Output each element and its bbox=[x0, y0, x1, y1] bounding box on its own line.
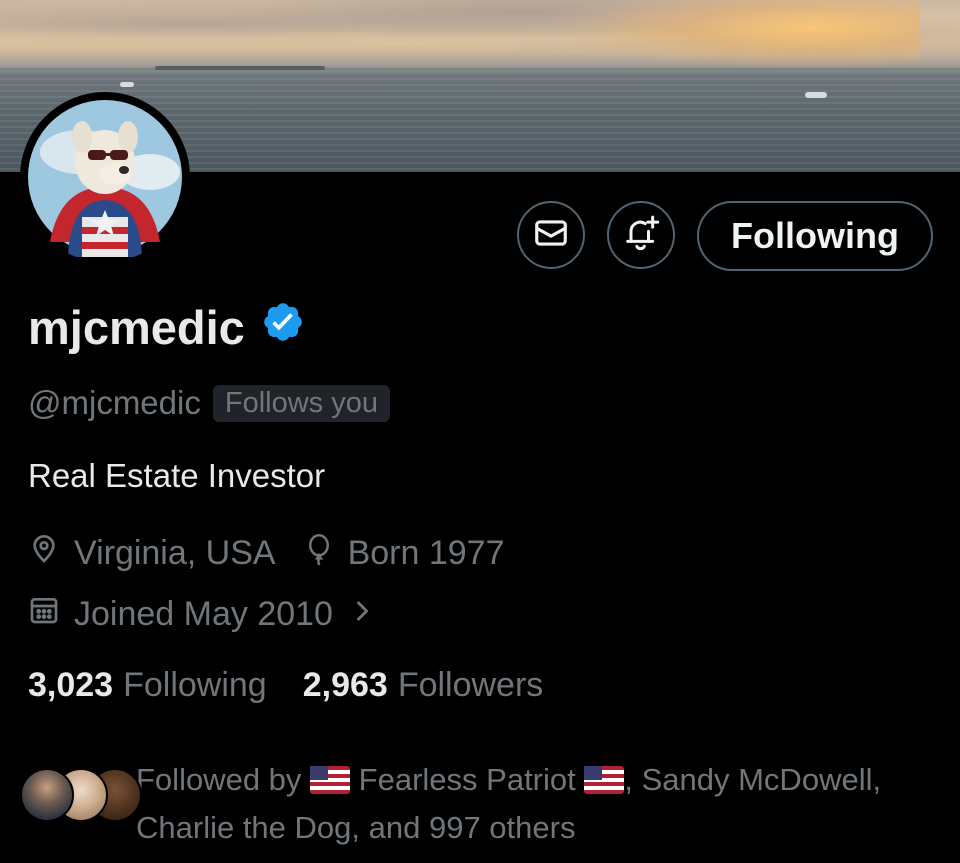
banner-sunset-glow bbox=[560, 0, 920, 70]
followers-label: Followers bbox=[397, 666, 544, 704]
handle-row: @mjcmedic Follows you bbox=[28, 384, 390, 422]
handle: @mjcmedic bbox=[28, 384, 201, 421]
born-item: Born 1977 bbox=[304, 532, 505, 575]
us-flag-icon bbox=[584, 762, 625, 806]
followers-count-link[interactable]: 2,963 Followers bbox=[303, 666, 544, 705]
joined-item[interactable]: Joined May 2010 bbox=[28, 594, 387, 635]
verified-badge-icon[interactable] bbox=[261, 300, 305, 355]
location-pin-icon bbox=[28, 533, 74, 574]
following-count: 3,023 bbox=[28, 666, 114, 704]
following-label: Following bbox=[123, 666, 267, 704]
balloon-icon bbox=[304, 532, 348, 575]
followed-by-first-name[interactable]: Fearless Patriot bbox=[359, 762, 576, 797]
following-button-label: Following bbox=[731, 215, 899, 256]
bio: Real Estate Investor bbox=[28, 457, 326, 494]
following-count-link[interactable]: 3,023 Following bbox=[28, 666, 267, 705]
profile-meta-row: Virginia, USA Born 1977 bbox=[28, 532, 504, 575]
follow-counts: 3,023 Following 2,963 Followers bbox=[28, 666, 543, 705]
message-button[interactable] bbox=[517, 201, 585, 269]
followed-by-section[interactable]: Followed by Fearless Patriot , Sandy McD… bbox=[20, 758, 936, 850]
banner-island bbox=[155, 66, 325, 70]
location-item: Virginia, USA bbox=[28, 533, 276, 574]
us-flag-icon bbox=[310, 762, 351, 806]
display-name-text: mjcmedic bbox=[28, 301, 245, 354]
envelope-icon bbox=[532, 214, 570, 257]
avatar bbox=[20, 768, 74, 822]
location-text: Virginia, USA bbox=[74, 534, 276, 572]
banner-boat bbox=[805, 92, 827, 98]
banner-horizon bbox=[0, 68, 960, 71]
profile-avatar[interactable] bbox=[20, 92, 190, 262]
joined-row[interactable]: Joined May 2010 bbox=[28, 594, 387, 635]
notifications-button[interactable] bbox=[607, 201, 675, 269]
chevron-right-icon[interactable] bbox=[351, 595, 387, 634]
follows-you-badge: Follows you bbox=[212, 384, 390, 422]
joined-text: Joined May 2010 bbox=[74, 595, 333, 633]
followers-count: 2,963 bbox=[302, 666, 388, 704]
born-text: Born 1977 bbox=[347, 534, 505, 572]
followers-you-know-avatars bbox=[20, 768, 142, 828]
bell-plus-icon bbox=[621, 213, 661, 258]
calendar-icon bbox=[28, 594, 74, 635]
banner-boat bbox=[120, 82, 134, 87]
following-button[interactable]: Following bbox=[697, 201, 933, 271]
display-name: mjcmedic bbox=[28, 300, 305, 355]
followed-by-text: Followed by Fearless Patriot , Sandy McD… bbox=[136, 758, 936, 850]
followed-by-prefix: Followed by bbox=[136, 762, 302, 797]
